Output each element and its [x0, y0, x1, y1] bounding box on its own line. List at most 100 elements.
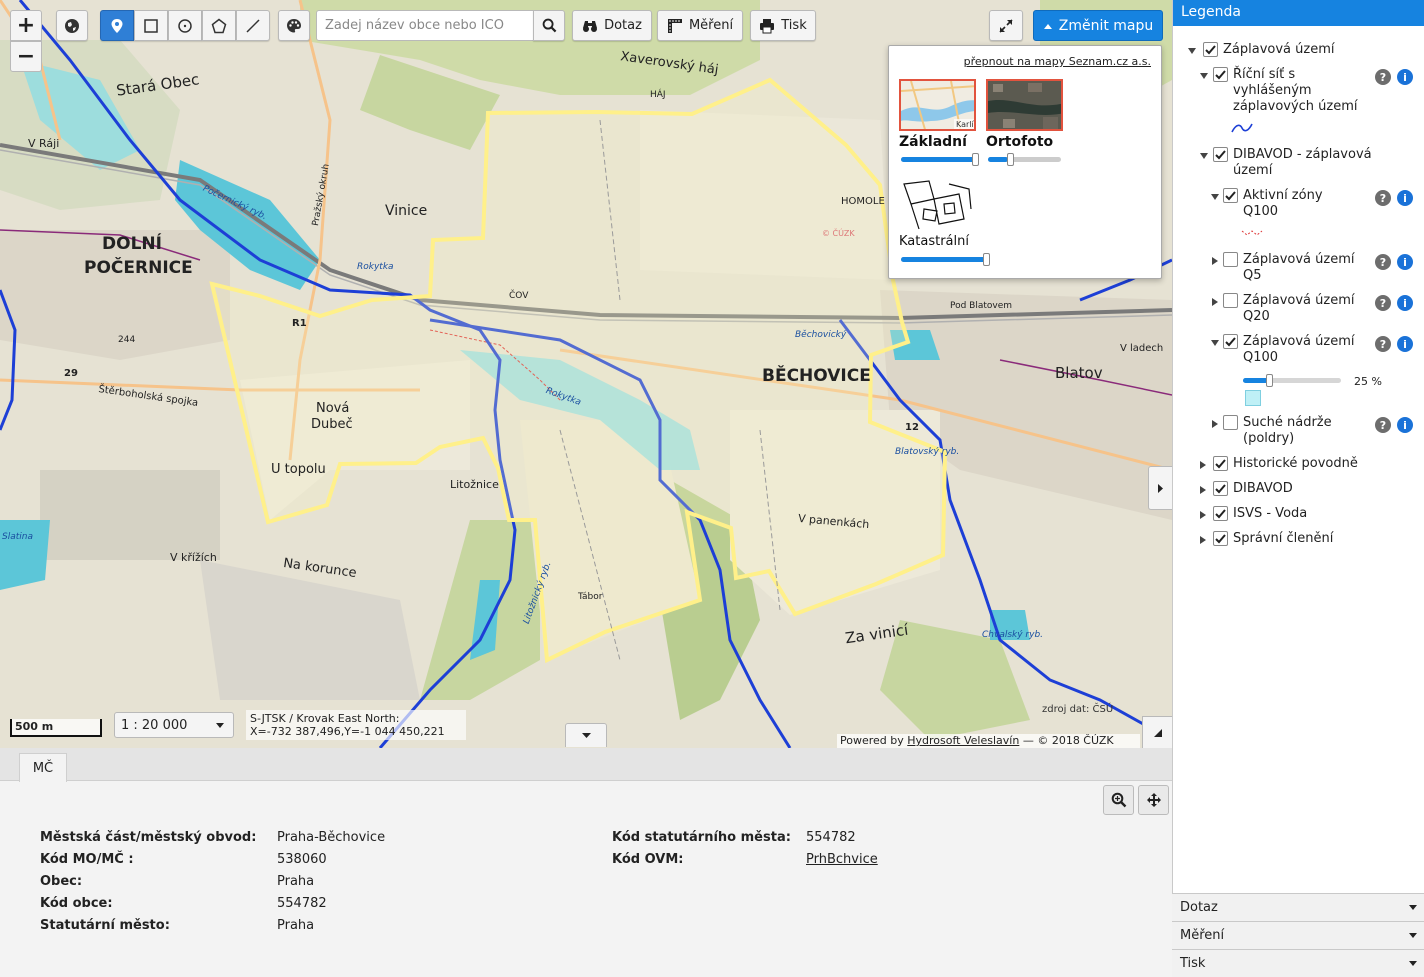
kod-ovm-link[interactable]: PrhBchvice: [806, 852, 878, 867]
map-label-rokytka: Rokytka: [357, 262, 394, 272]
change-map-label: Změnit mapu: [1058, 17, 1154, 34]
toggle-right-panel-button[interactable]: [1148, 466, 1172, 510]
chevron-down-icon[interactable]: [1187, 46, 1197, 56]
line-tool-button[interactable]: [236, 10, 270, 41]
slider-fill: [1243, 378, 1269, 383]
checkbox-historicke-povodne[interactable]: [1213, 456, 1228, 471]
checkbox-suche-nadrze[interactable]: [1223, 415, 1238, 430]
chevron-right-icon[interactable]: [1198, 460, 1208, 470]
basemap-ortho-opacity-slider[interactable]: [988, 153, 1061, 166]
map-label-bechovicky: Běchovický: [795, 330, 847, 340]
basemap-base-opacity-slider[interactable]: [901, 153, 979, 166]
basemap-cadastral-thumbnail[interactable]: [899, 179, 976, 231]
checkbox-zaplavova-q100[interactable]: [1223, 334, 1238, 349]
checkbox-spravni-cleneni[interactable]: [1213, 531, 1228, 546]
map-view[interactable]: Stará Obec Xaverovský háj HÁJ V Ráji DOL…: [0, 0, 1172, 748]
chevron-right-icon[interactable]: [1210, 297, 1220, 307]
basemap-cadastral-opacity-slider[interactable]: [901, 253, 990, 266]
checkbox-isvs-voda[interactable]: [1213, 506, 1228, 521]
change-map-button[interactable]: Změnit mapu: [1033, 10, 1163, 41]
line-icon: [246, 18, 260, 33]
checkbox-aktivni-zony[interactable]: [1223, 188, 1238, 203]
check-icon: [1215, 150, 1226, 160]
info-icon[interactable]: i: [1397, 190, 1413, 206]
basemap-base-thumbnail[interactable]: Karlín: [899, 79, 976, 131]
zoom-out-button[interactable]: −: [10, 41, 42, 72]
printer-icon: [760, 18, 775, 33]
checkbox-dibavod-zaplavova[interactable]: [1213, 147, 1228, 162]
ruler-icon: [667, 18, 682, 33]
basemap-ortho-thumbnail[interactable]: [986, 79, 1063, 131]
chevron-down-icon[interactable]: [1210, 338, 1220, 348]
pan-to-feature-button[interactable]: [1138, 785, 1169, 815]
circle-tool-button[interactable]: [168, 10, 202, 41]
toggle-bottom-panel-button[interactable]: [565, 723, 607, 747]
info-value: 538060: [277, 852, 327, 867]
search-button[interactable]: [533, 10, 565, 41]
tab-mc[interactable]: MČ: [19, 753, 67, 782]
accordion-tisk[interactable]: Tisk: [1172, 949, 1424, 977]
globe-button[interactable]: [56, 10, 88, 41]
checkbox-dibavod[interactable]: [1213, 481, 1228, 496]
legend-label-dibavod-zu-2: území: [1233, 163, 1273, 178]
info-icon[interactable]: i: [1397, 295, 1413, 311]
palette-button[interactable]: [278, 10, 310, 41]
chevron-right-icon[interactable]: [1198, 510, 1208, 520]
rectangle-tool-button[interactable]: [134, 10, 168, 41]
help-icon[interactable]: ?: [1375, 417, 1391, 433]
zoom-to-feature-button[interactable]: [1103, 785, 1134, 815]
slider-knob[interactable]: [983, 253, 990, 266]
chevron-down-icon[interactable]: [1199, 151, 1209, 161]
legend-panel: Legenda Záplavová území Říční síť s vyhl…: [1172, 0, 1424, 977]
legend-label-aktivni-1: Aktivní zóny: [1243, 188, 1323, 203]
base-map-preview-icon: Karlín: [901, 81, 974, 129]
polygon-tool-button[interactable]: [202, 10, 236, 41]
overview-map-toggle-button[interactable]: [1142, 716, 1172, 748]
help-icon[interactable]: ?: [1375, 69, 1391, 85]
map-label-homole: HOMOLE: [841, 196, 885, 207]
point-tool-button[interactable]: [100, 10, 134, 41]
help-icon[interactable]: ?: [1375, 190, 1391, 206]
help-icon[interactable]: ?: [1375, 336, 1391, 352]
map-attribution: Powered by Hydrosoft Veleslavín — © 2018…: [837, 734, 1140, 748]
caret-up-icon: [1043, 23, 1052, 29]
query-button[interactable]: Dotaz: [572, 10, 652, 41]
measure-button[interactable]: Měření: [657, 10, 743, 41]
chevron-down-icon[interactable]: [1210, 192, 1220, 202]
chevron-down-icon[interactable]: [1199, 71, 1209, 81]
info-value: Praha-Běchovice: [277, 830, 386, 845]
slider-knob[interactable]: [1266, 374, 1273, 387]
checkbox-zaplavova-q20[interactable]: [1223, 293, 1238, 308]
attribution-company-link[interactable]: Hydrosoft Veleslavín: [907, 734, 1019, 747]
checkbox-ricni-sit[interactable]: [1213, 67, 1228, 82]
info-icon[interactable]: i: [1397, 417, 1413, 433]
slider-knob[interactable]: [972, 153, 979, 166]
help-icon[interactable]: ?: [1375, 295, 1391, 311]
chevron-right-icon[interactable]: [1198, 535, 1208, 545]
scale-select[interactable]: 1 : 20 000: [114, 712, 234, 738]
chevron-right-icon[interactable]: [1210, 419, 1220, 429]
accordion-mereni[interactable]: Měření: [1172, 921, 1424, 949]
fullscreen-button[interactable]: [989, 10, 1023, 41]
zoom-in-button[interactable]: +: [10, 10, 42, 41]
search-input[interactable]: [316, 10, 534, 41]
info-value: Praha: [277, 874, 315, 889]
q100-opacity-slider[interactable]: [1243, 374, 1341, 387]
help-icon[interactable]: ?: [1375, 254, 1391, 270]
chevron-right-icon[interactable]: [1198, 485, 1208, 495]
info-icon[interactable]: i: [1397, 69, 1413, 85]
checkbox-zaplavova-q5[interactable]: [1223, 252, 1238, 267]
print-button[interactable]: Tisk: [750, 10, 816, 41]
slider-knob[interactable]: [1007, 153, 1014, 166]
attribution-suffix: — © 2018 ČÚZK: [1022, 734, 1114, 747]
seznam-maps-link[interactable]: přepnout na mapy Seznam.cz a.s.: [964, 55, 1151, 68]
map-label-v-krizich: V křížích: [170, 551, 217, 564]
caret-down-icon: [1409, 961, 1417, 966]
info-icon[interactable]: i: [1397, 254, 1413, 270]
accordion-dotaz[interactable]: Dotaz: [1172, 893, 1424, 921]
basemap-ortho-label: Ortofoto: [986, 134, 1054, 150]
info-icon[interactable]: i: [1397, 336, 1413, 352]
checkbox-zaplavova-uzemi[interactable]: [1203, 42, 1218, 57]
legend-header[interactable]: Legenda: [1173, 0, 1424, 26]
chevron-right-icon[interactable]: [1210, 256, 1220, 266]
